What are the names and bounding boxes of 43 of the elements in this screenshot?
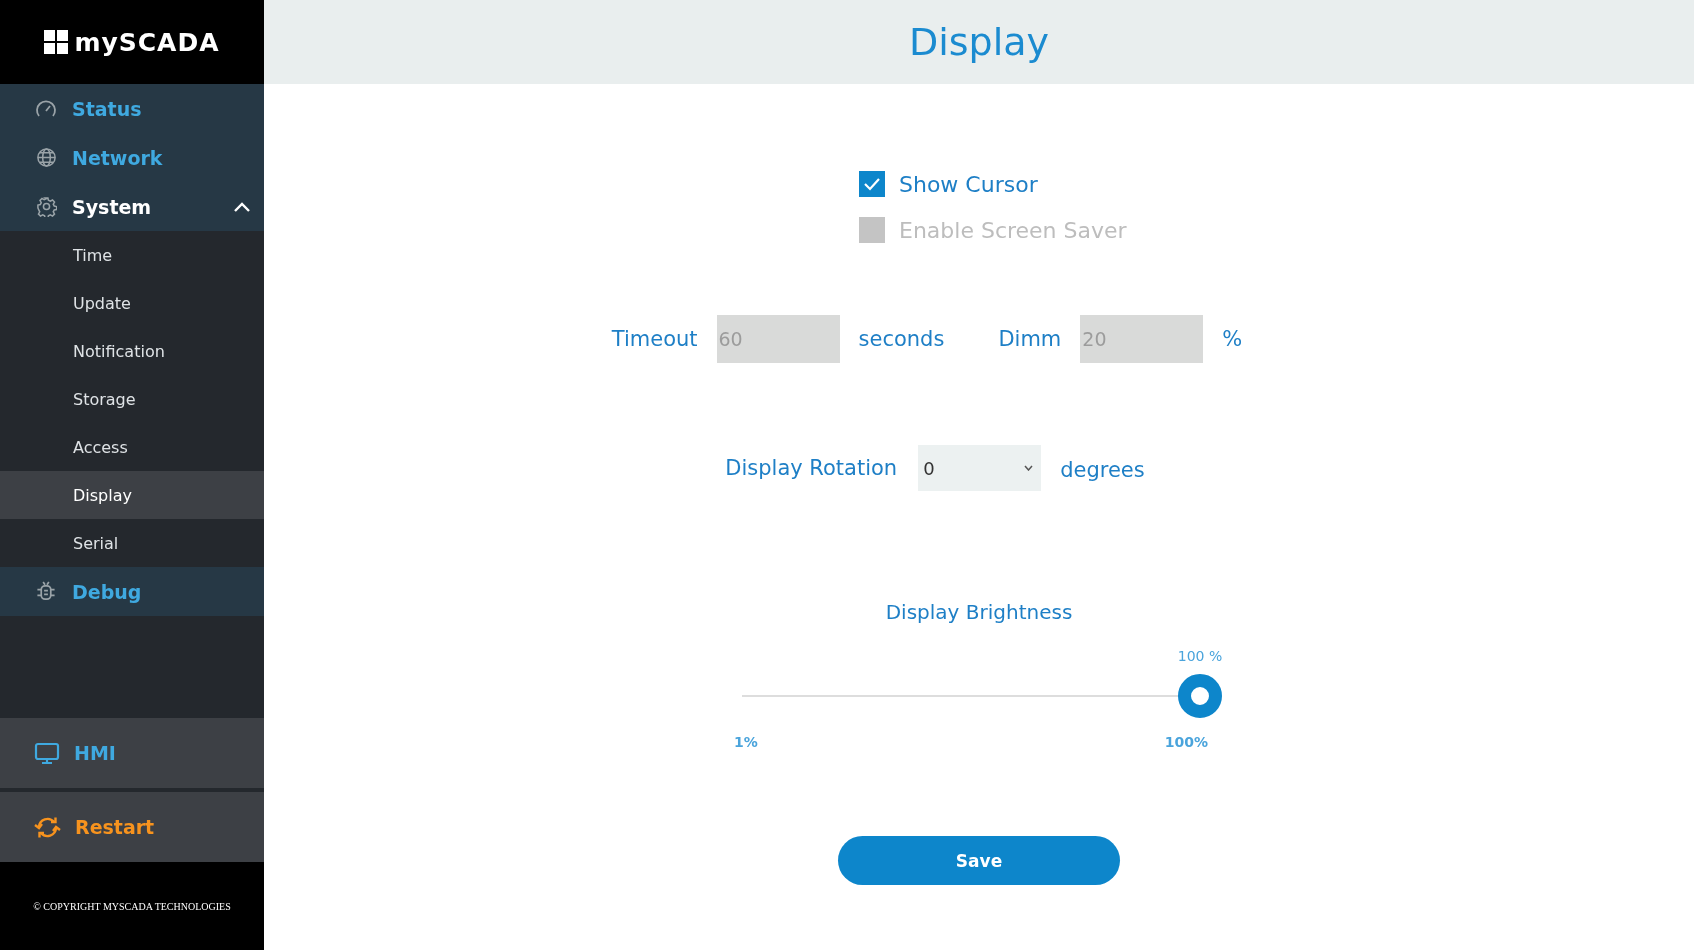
min-label: 1% (734, 734, 758, 750)
hmi-item[interactable]: HMI (0, 718, 264, 788)
chevron-icon[interactable] (234, 201, 250, 212)
refresh-icon (34, 815, 61, 839)
sidebar-sub-item[interactable]: Serial (0, 519, 264, 567)
save-button[interactable]: Save (838, 836, 1120, 885)
checkbox-label: Show Cursor (899, 171, 1038, 197)
copyright-text: © COPYRIGHT MYSCADA TECHNOLOGIES (33, 900, 231, 912)
checkbox-label: Enable Screen Saver (899, 217, 1127, 243)
restart-item[interactable]: Restart (0, 792, 264, 862)
brightness-reading: 100 % (1177, 648, 1223, 664)
rotation-unit: degrees (1060, 458, 1145, 482)
checkbox[interactable] (859, 171, 885, 197)
checkbox[interactable] (859, 217, 885, 243)
rotation-select[interactable]: 0 (918, 445, 1042, 491)
sidebar-sub-item[interactable]: Time (0, 231, 264, 279)
page-title: Display (908, 20, 1050, 64)
sidebar-sub-item[interactable]: Access (0, 423, 264, 471)
logo-icon (44, 30, 69, 54)
brightness-title: Display Brightness (885, 600, 1073, 624)
bug-icon (36, 581, 56, 602)
unit-label: % (1222, 327, 1243, 351)
gear-icon (35, 196, 57, 217)
rotation-label: Display Rotation (725, 456, 898, 480)
sidebar-section-item[interactable]: Network (0, 133, 264, 182)
sidebar-sub-item[interactable]: Notification (0, 327, 264, 375)
sidebar-section-item[interactable]: Debug (0, 567, 264, 616)
sidebar-section-item[interactable]: Status (0, 84, 264, 133)
brightness-slider-thumb[interactable] (1178, 674, 1222, 718)
sidebar-sub-item[interactable]: Storage (0, 375, 264, 423)
check-icon (863, 177, 881, 191)
globe-icon (35, 147, 57, 168)
sidebar-sub-item[interactable]: Update (0, 279, 264, 327)
monitor-icon (34, 741, 60, 765)
sidebar-section-item[interactable]: System (0, 182, 264, 231)
field-label: Dimm (998, 327, 1062, 351)
gauge-icon (35, 98, 57, 119)
unit-label: seconds (858, 327, 945, 351)
logo-text: mySCADA (74, 27, 220, 57)
sidebar-sub-item[interactable]: Display (0, 471, 264, 519)
max-label: 100% (1164, 734, 1208, 750)
field-label: Timeout (611, 327, 698, 351)
caret-icon (1024, 465, 1034, 471)
